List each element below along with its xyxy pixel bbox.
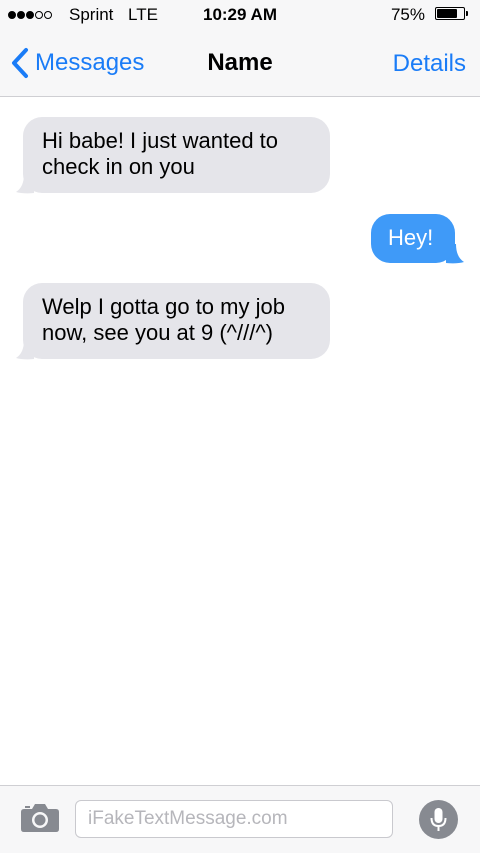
battery-tip [466, 11, 468, 16]
camera-button[interactable] [20, 803, 60, 833]
details-button[interactable]: Details [393, 50, 466, 78]
incoming-message: Hi babe! I just wanted to check in on yo… [23, 117, 330, 193]
microphone-icon [430, 808, 447, 831]
navigation-bar: Messages Name Details [0, 30, 480, 96]
battery-level [437, 9, 457, 18]
battery-icon [435, 7, 465, 20]
status-bar: Sprint LTE 10:29 AM 75% [0, 0, 480, 30]
top-bar: Sprint LTE 10:29 AM 75% Messages Name De… [0, 0, 480, 97]
camera-icon [21, 804, 59, 832]
message-input-bar [0, 785, 480, 853]
message-input[interactable] [75, 800, 393, 838]
incoming-message: Welp I gotta go to my job now, see you a… [23, 283, 330, 359]
microphone-button[interactable] [419, 800, 458, 839]
battery-percent: 75% [390, 5, 425, 24]
outgoing-message: Hey! [371, 214, 455, 263]
